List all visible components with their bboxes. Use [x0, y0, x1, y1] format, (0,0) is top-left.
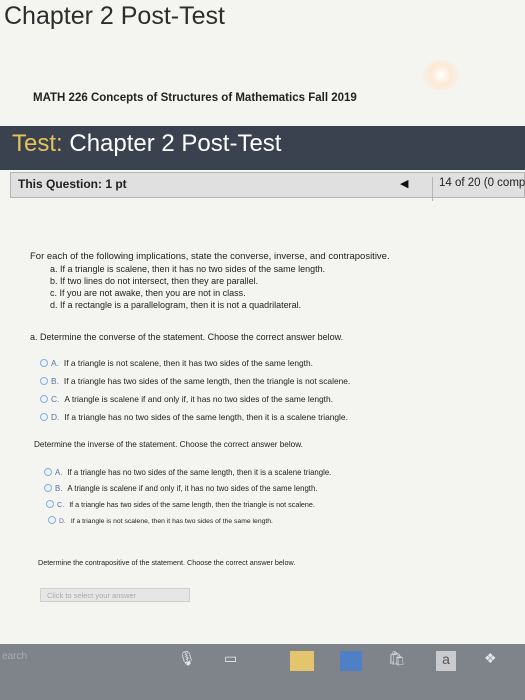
task-view-icon[interactable]: ▭: [224, 650, 237, 667]
option-letter: D.: [51, 412, 60, 422]
screen-glare: [420, 60, 462, 90]
course-title: MATH 226 Concepts of Structures of Mathe…: [33, 92, 357, 104]
converse-option-a[interactable]: A. If a triangle is not scalene, then it …: [40, 358, 313, 368]
option-text: If a triangle is not scalene, then it ha…: [70, 518, 273, 525]
option-text: If a triangle has two sides of the same …: [69, 500, 315, 509]
inverse-option-b[interactable]: B. A triangle is scalene if and only if, …: [44, 484, 317, 493]
converse-option-b[interactable]: B. If a triangle has two sides of the sam…: [40, 376, 350, 386]
part-a-prompt: a. Determine the converse of the stateme…: [30, 332, 344, 342]
question-prompt: For each of the following implications, …: [30, 251, 390, 262]
option-text: If a triangle has two sides of the same …: [63, 376, 351, 386]
store-icon[interactable]: [340, 651, 362, 671]
option-letter: D.: [59, 518, 66, 525]
radio-button[interactable]: [46, 500, 54, 508]
option-letter: B.: [51, 376, 59, 386]
radio-button[interactable]: [48, 516, 56, 524]
radio-button[interactable]: [40, 377, 48, 385]
option-letter: A.: [51, 358, 59, 368]
option-text: A triangle is scalene if and only if, it…: [64, 394, 333, 404]
page-title: Chapter 2 Post-Test: [4, 2, 225, 30]
implication-b: b. If two lines do not intersect, then t…: [50, 276, 259, 286]
test-label: Test:: [12, 130, 63, 157]
radio-button[interactable]: [40, 359, 48, 367]
converse-option-d[interactable]: D. If a triangle has no two sides of the …: [40, 412, 348, 422]
converse-option-c[interactable]: C. A triangle is scalene if and only if, …: [40, 394, 333, 404]
contrapositive-prompt: Determine the contrapositive of the stat…: [38, 558, 296, 567]
question-content: For each of the following implications, …: [0, 200, 525, 640]
previous-question-icon[interactable]: ◀: [400, 177, 408, 190]
radio-button[interactable]: [40, 413, 48, 421]
question-progress[interactable]: 14 of 20 (0 comp: [432, 177, 525, 201]
implication-c: c. If you are not awake, then you are no…: [50, 288, 246, 298]
inverse-option-c[interactable]: C. If a triangle has two sides of the sam…: [46, 500, 315, 509]
test-title: Test: Chapter 2 Post-Test: [12, 130, 281, 158]
microphone-icon[interactable]: 🎙: [178, 650, 196, 667]
option-letter: A.: [55, 468, 63, 477]
option-text: If a triangle has no two sides of the sa…: [67, 468, 332, 477]
test-name: Chapter 2 Post-Test: [69, 130, 282, 157]
store-bag-icon[interactable]: 🛍: [388, 650, 406, 667]
option-text: A triangle is scalene if and only if, it…: [67, 484, 318, 493]
option-letter: C.: [57, 500, 65, 509]
question-points: This Question: 1 pt: [18, 177, 127, 191]
inverse-option-a[interactable]: A. If a triangle has no two sides of the …: [44, 468, 331, 477]
radio-button[interactable]: [44, 484, 52, 492]
file-explorer-icon[interactable]: [290, 651, 314, 671]
inverse-prompt: Determine the inverse of the statement. …: [34, 440, 303, 449]
option-letter: B.: [55, 484, 63, 493]
dropbox-icon[interactable]: ❖: [484, 650, 497, 667]
inverse-option-d[interactable]: D. If a triangle is not scalene, then it …: [48, 516, 273, 525]
implication-d: d. If a rectangle is a parallelogram, th…: [50, 300, 302, 310]
radio-button[interactable]: [44, 468, 52, 476]
implication-a: a. If a triangle is scalene, then it has…: [50, 264, 326, 274]
option-text: If a triangle is not scalene, then it ha…: [63, 358, 313, 368]
option-text: If a triangle has no two sides of the sa…: [64, 412, 348, 422]
option-letter: C.: [51, 394, 60, 404]
office-icon[interactable]: a: [436, 651, 456, 671]
taskbar-search[interactable]: earch: [2, 651, 27, 662]
answer-select-box[interactable]: Click to select your answer: [40, 588, 190, 602]
radio-button[interactable]: [40, 395, 48, 403]
